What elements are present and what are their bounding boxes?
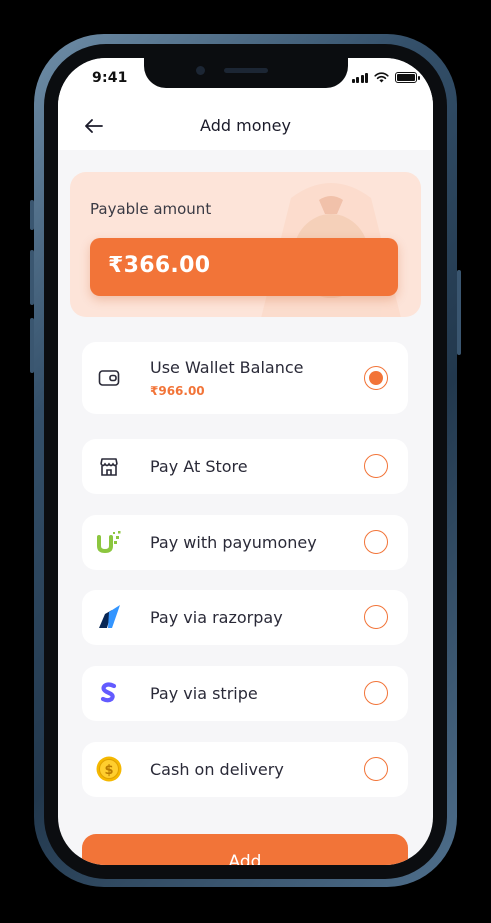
battery-icon bbox=[395, 72, 420, 83]
camera-icon bbox=[196, 66, 205, 75]
payment-option-label: Cash on delivery bbox=[150, 760, 284, 779]
page-title: Add money bbox=[200, 116, 291, 135]
payment-option-store[interactable]: Pay At Store bbox=[82, 439, 408, 494]
app-header: Add money bbox=[58, 102, 433, 150]
status-bar: 9:41 bbox=[58, 58, 433, 102]
radio-stripe[interactable] bbox=[364, 681, 388, 705]
payment-option-wallet[interactable]: Use Wallet Balance ₹966.00 bbox=[82, 342, 408, 414]
wallet-balance-value: ₹966.00 bbox=[150, 384, 205, 398]
volume-down-button bbox=[30, 318, 34, 373]
power-button bbox=[457, 270, 461, 355]
radio-wallet[interactable] bbox=[364, 366, 388, 390]
razorpay-logo-icon bbox=[96, 604, 122, 630]
payment-option-cash[interactable]: $ Cash on delivery bbox=[82, 742, 408, 797]
payment-option-label: Pay with payumoney bbox=[150, 533, 317, 552]
app-screen: 9:41 Add money Payable amount ₹366.00 Us… bbox=[58, 58, 433, 865]
svg-text:$: $ bbox=[104, 763, 113, 778]
cellular-signal-icon bbox=[351, 72, 368, 83]
add-button[interactable]: Add bbox=[82, 834, 408, 865]
radio-store[interactable] bbox=[364, 454, 388, 478]
payment-option-razorpay[interactable]: Pay via razorpay bbox=[82, 590, 408, 645]
radio-razorpay[interactable] bbox=[364, 605, 388, 629]
payable-amount-box: ₹366.00 bbox=[90, 238, 398, 296]
coin-icon: $ bbox=[96, 756, 122, 782]
payment-option-payumoney[interactable]: Pay with payumoney bbox=[82, 515, 408, 570]
payable-amount-card: Payable amount ₹366.00 bbox=[70, 172, 421, 317]
speaker-grille bbox=[224, 68, 268, 73]
payment-option-label: Pay via razorpay bbox=[150, 608, 283, 627]
mute-switch bbox=[30, 200, 34, 230]
status-time: 9:41 bbox=[92, 70, 128, 86]
payable-amount-value: ₹366.00 bbox=[108, 253, 211, 278]
store-icon bbox=[96, 454, 122, 480]
radio-cash[interactable] bbox=[364, 757, 388, 781]
wifi-icon bbox=[374, 72, 389, 83]
volume-up-button bbox=[30, 250, 34, 305]
add-button-label: Add bbox=[228, 852, 262, 865]
status-icons bbox=[351, 72, 420, 83]
notch bbox=[144, 58, 348, 88]
payment-option-label: Pay At Store bbox=[150, 457, 248, 476]
payumoney-logo-icon bbox=[96, 529, 122, 555]
payment-option-stripe[interactable]: Pay via stripe bbox=[82, 666, 408, 721]
payment-option-label: Use Wallet Balance bbox=[150, 358, 304, 377]
payment-option-label: Pay via stripe bbox=[150, 684, 258, 703]
wallet-icon bbox=[96, 365, 122, 391]
radio-payumoney[interactable] bbox=[364, 530, 388, 554]
payable-amount-label: Payable amount bbox=[90, 200, 212, 218]
stripe-logo-icon bbox=[96, 680, 122, 706]
